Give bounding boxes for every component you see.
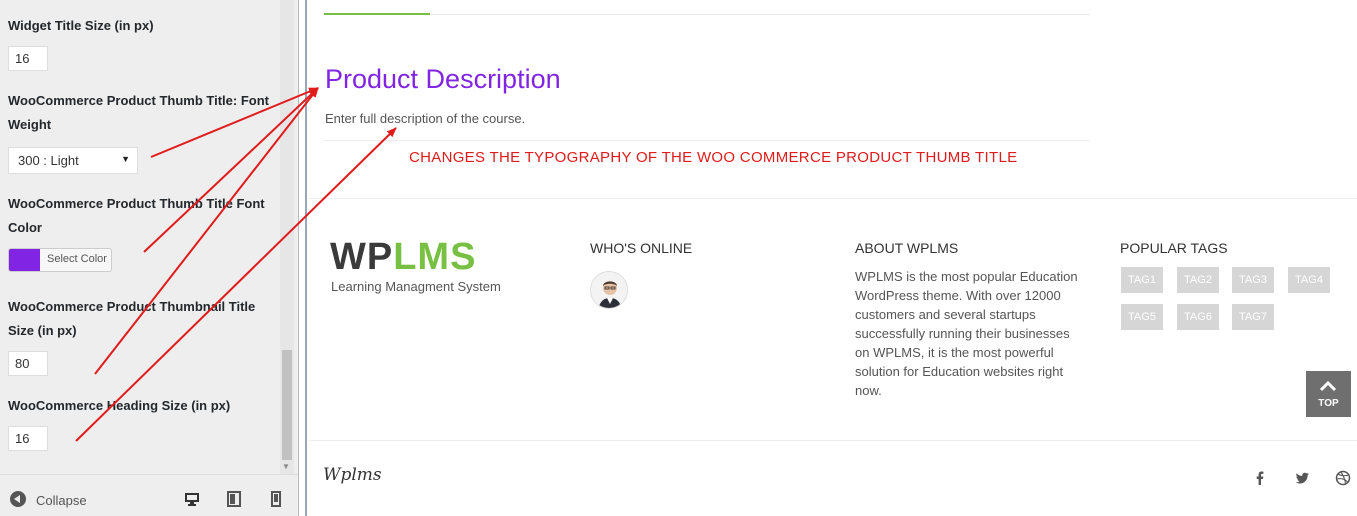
customizer-panel: Widget Title Size (in px) 16 WooCommerce… — [0, 0, 298, 516]
site-preview: Product Description Enter full descripti… — [309, 0, 1357, 516]
annotation-note: CHANGES THE TYPOGRAPHY OF THE WOO COMMER… — [409, 149, 1018, 166]
select-color-label: Select Color — [47, 253, 107, 265]
whos-online-title: WHO'S ONLINE — [590, 240, 693, 256]
panel-scrollbar[interactable]: ▼ — [280, 0, 294, 474]
tablet-icon[interactable] — [226, 491, 242, 507]
heading-size-input[interactable]: 16 — [8, 426, 48, 451]
logo-lms-text: LMS — [393, 236, 477, 278]
thumb-font-weight-value: 300 : Light — [18, 153, 79, 168]
thumb-font-color-label: WooCommerce Product Thumb Title Font Col… — [8, 196, 265, 235]
product-description-title: Product Description — [325, 64, 561, 94]
tag-button[interactable]: TAG3 — [1232, 267, 1274, 293]
wplms-logo[interactable]: WPLMS — [330, 236, 476, 279]
chevron-up-icon — [1320, 380, 1336, 392]
tab-divider — [324, 14, 1090, 15]
select-color-button[interactable]: Select Color — [8, 248, 112, 272]
popular-tags-title: POPULAR TAGS — [1120, 240, 1228, 256]
twitter-icon[interactable] — [1294, 470, 1310, 486]
panel-footer: Collapse — [0, 474, 298, 516]
tag-button[interactable]: TAG2 — [1177, 267, 1219, 293]
tag-button[interactable]: TAG5 — [1121, 304, 1163, 330]
scroll-thumb[interactable] — [282, 350, 292, 460]
mobile-icon[interactable] — [268, 491, 284, 507]
active-tab-indicator — [324, 13, 430, 15]
logo-subtitle: Learning Managment System — [331, 279, 501, 294]
tag-button[interactable]: TAG6 — [1177, 304, 1219, 330]
widget-title-size-label: Widget Title Size (in px) — [8, 18, 154, 33]
product-description-text: Enter full description of the course. — [325, 111, 526, 126]
footer-logo[interactable]: Wplms — [323, 465, 382, 485]
customizer-screen: Widget Title Size (in px) 16 WooCommerce… — [0, 0, 1357, 516]
footer-divider — [309, 198, 1357, 199]
description-divider — [324, 140, 1090, 141]
heading-size-label: WooCommerce Heading Size (in px) — [8, 398, 231, 413]
tag-button[interactable]: TAG7 — [1232, 304, 1274, 330]
collapse-button[interactable]: Collapse — [36, 493, 87, 508]
thumb-font-weight-label: WooCommerce Product Thumb Title: Font We… — [8, 93, 269, 132]
widget-title-size-input[interactable]: 16 — [8, 46, 48, 71]
facebook-icon[interactable] — [1252, 470, 1268, 486]
logo-wp-text: WP — [330, 236, 394, 278]
top-label: TOP — [1318, 398, 1339, 409]
dribbble-icon[interactable] — [1335, 470, 1351, 486]
panel-divider — [298, 0, 307, 516]
tag-button[interactable]: TAG1 — [1121, 267, 1163, 293]
avatar[interactable] — [590, 271, 628, 309]
collapse-icon[interactable] — [10, 491, 26, 507]
user-avatar-icon — [591, 272, 627, 308]
desktop-icon[interactable] — [184, 491, 200, 507]
scroll-down-icon[interactable]: ▼ — [282, 462, 290, 471]
about-wplms-title: ABOUT WPLMS — [855, 240, 959, 256]
thumb-font-weight-select[interactable]: 300 : Light ▼ — [8, 147, 138, 174]
back-to-top-button[interactable]: TOP — [1306, 371, 1351, 417]
thumbnail-title-size-input[interactable]: 80 — [8, 351, 48, 376]
about-wplms-text: WPLMS is the most popular Education Word… — [855, 269, 1078, 398]
thumbnail-title-size-label: WooCommerce Product Thumbnail Title Size… — [8, 299, 256, 338]
footer-bottom-divider — [309, 440, 1357, 441]
tag-button[interactable]: TAG4 — [1288, 267, 1330, 293]
color-swatch — [9, 249, 40, 271]
chevron-down-icon: ▼ — [121, 154, 130, 164]
